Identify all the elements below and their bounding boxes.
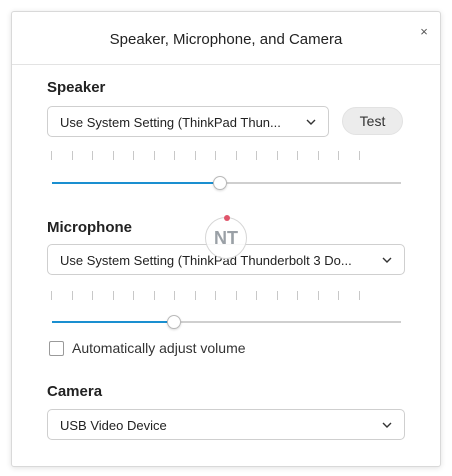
- level-tick: [71, 151, 73, 160]
- level-tick: [235, 151, 237, 160]
- speaker-volume-slider[interactable]: [52, 176, 401, 190]
- chevron-down-icon: [306, 119, 316, 125]
- dialog-titlebar: Speaker, Microphone, and Camera ×: [12, 12, 440, 65]
- level-tick: [297, 291, 298, 300]
- chevron-down-icon: [382, 422, 392, 428]
- level-tick: [276, 151, 278, 160]
- level-tick: [153, 291, 155, 300]
- level-tick: [338, 291, 339, 300]
- microphone-slider-thumb[interactable]: [167, 315, 182, 329]
- level-tick: [112, 151, 114, 160]
- speaker-select-value: Use System Setting (ThinkPad Thun...: [60, 115, 281, 130]
- watermark-logo: NT: [205, 215, 247, 259]
- level-tick: [194, 151, 196, 160]
- level-tick: [358, 291, 360, 300]
- level-tick: [358, 151, 360, 160]
- microphone-volume-slider[interactable]: [52, 315, 401, 329]
- camera-select-value: USB Video Device: [60, 418, 167, 433]
- level-tick: [297, 151, 298, 160]
- dialog-title: Speaker, Microphone, and Camera: [109, 31, 343, 48]
- level-tick: [112, 291, 114, 300]
- level-tick: [92, 291, 93, 300]
- level-tick: [215, 291, 216, 300]
- level-tick: [215, 151, 216, 160]
- speaker-slider-thumb[interactable]: [212, 176, 227, 190]
- level-tick: [51, 291, 52, 300]
- level-tick: [153, 151, 155, 160]
- auto-adjust-checkbox[interactable]: [49, 341, 64, 356]
- level-tick: [235, 291, 237, 300]
- close-icon[interactable]: ×: [417, 25, 431, 39]
- level-tick: [317, 291, 319, 300]
- chevron-down-icon: [382, 257, 392, 263]
- camera-label: Camera: [47, 383, 103, 400]
- level-tick: [317, 151, 319, 160]
- level-tick: [133, 151, 134, 160]
- microphone-slider-fill: [52, 321, 175, 323]
- level-tick: [256, 151, 257, 160]
- speaker-label: Speaker: [47, 79, 106, 96]
- microphone-label: Microphone: [47, 219, 132, 236]
- speaker-slider-fill: [52, 182, 220, 184]
- watermark-text: NT: [214, 228, 238, 248]
- level-tick: [256, 291, 257, 300]
- level-tick: [51, 151, 52, 160]
- level-tick: [194, 291, 196, 300]
- speaker-test-button[interactable]: Test: [342, 107, 403, 135]
- level-tick: [338, 151, 339, 160]
- level-tick: [276, 291, 278, 300]
- level-tick: [92, 151, 93, 160]
- watermark-dot: [224, 215, 230, 221]
- level-tick: [71, 291, 73, 300]
- camera-select[interactable]: USB Video Device: [47, 409, 405, 440]
- level-tick: [174, 291, 175, 300]
- level-tick: [133, 291, 134, 300]
- level-tick: [174, 151, 175, 160]
- speaker-select[interactable]: Use System Setting (ThinkPad Thun...: [47, 106, 329, 137]
- auto-adjust-label: Automatically adjust volume: [72, 340, 246, 356]
- settings-dialog: Speaker, Microphone, and Camera × Speake…: [11, 11, 441, 467]
